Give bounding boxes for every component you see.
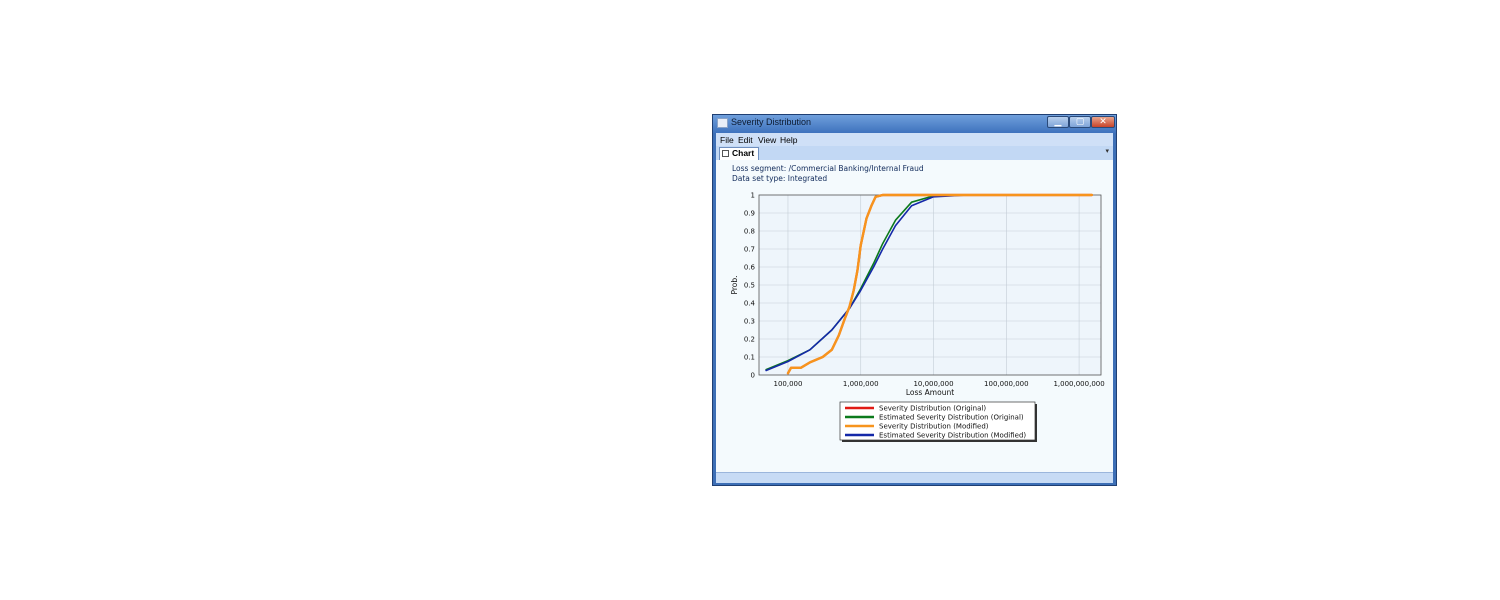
y-tick-label: 1 — [751, 192, 755, 200]
x-axis-label: Loss Amount — [906, 388, 954, 397]
y-axis-label: Prob. — [730, 275, 739, 294]
chart-legend: Severity Distribution (Original)Estimate… — [839, 401, 1037, 442]
menu-view[interactable]: View — [758, 135, 776, 145]
y-tick-label: 0.2 — [744, 336, 755, 344]
window-client-area: File Edit View Help Chart ▾ Loss segment… — [716, 133, 1113, 483]
legend-entry: Severity Distribution (Modified) — [879, 423, 989, 431]
app-icon — [717, 118, 728, 128]
tab-chart[interactable]: Chart — [719, 147, 759, 160]
status-bar — [716, 472, 1113, 483]
y-tick-label: 0.3 — [744, 318, 755, 326]
minimize-button[interactable]: ▁ — [1047, 116, 1069, 128]
x-tick-label: 10,000,000 — [913, 380, 953, 388]
y-tick-label: 0.4 — [744, 300, 756, 308]
legend-entry: Estimated Severity Distribution (Modifie… — [879, 432, 1026, 440]
menu-edit[interactable]: Edit — [738, 135, 753, 145]
y-tick-labels: 0 0.1 0.2 0.3 0.4 0.5 0.6 0.7 0.8 0.9 1 — [744, 192, 756, 380]
menu-bar: File Edit View Help — [716, 133, 1113, 146]
window-title: Severity Distribution — [731, 117, 812, 127]
y-tick-label: 0.9 — [744, 210, 755, 218]
tab-bar: Chart ▾ — [716, 146, 1113, 160]
menu-file[interactable]: File — [720, 135, 734, 145]
severity-distribution-window: Severity Distribution ▁ ▢ ✕ File Edit Vi… — [712, 114, 1117, 486]
legend-entry: Estimated Severity Distribution (Origina… — [879, 414, 1024, 422]
tab-chart-label: Chart — [732, 148, 755, 158]
chart-panel: Loss segment: /Commercial Banking/Intern… — [716, 160, 1113, 472]
menu-help[interactable]: Help — [780, 135, 797, 145]
tab-dropdown-icon[interactable]: ▾ — [1105, 147, 1109, 155]
y-tick-label: 0.8 — [744, 228, 755, 236]
y-tick-label: 0 — [751, 372, 755, 380]
maximize-button[interactable]: ▢ — [1069, 116, 1091, 128]
y-tick-label: 0.6 — [744, 264, 756, 272]
x-tick-labels: 100,000 1,000,000 10,000,000 100,000,000 1,0… — [773, 380, 1104, 388]
title-bar[interactable]: Severity Distribution ▁ ▢ ✕ — [713, 115, 1116, 133]
x-tick-label: 1,000,000,000 — [1053, 380, 1104, 388]
x-tick-label: 100,000,000 — [984, 380, 1029, 388]
y-tick-label: 0.7 — [744, 246, 755, 254]
x-tick-label: 100,000 — [773, 380, 802, 388]
close-button[interactable]: ✕ — [1091, 116, 1115, 128]
y-tick-label: 0.5 — [744, 282, 755, 290]
severity-chart: 0 0.1 0.2 0.3 0.4 0.5 0.6 0.7 0.8 0.9 1 100,000 1,0… — [730, 192, 1105, 442]
y-tick-label: 0.1 — [744, 354, 755, 362]
x-tick-label: 1,000,000 — [843, 380, 879, 388]
legend-entry: Severity Distribution (Original) — [879, 405, 986, 413]
chart-tab-icon — [722, 150, 729, 157]
chart-grid — [759, 194, 1101, 376]
